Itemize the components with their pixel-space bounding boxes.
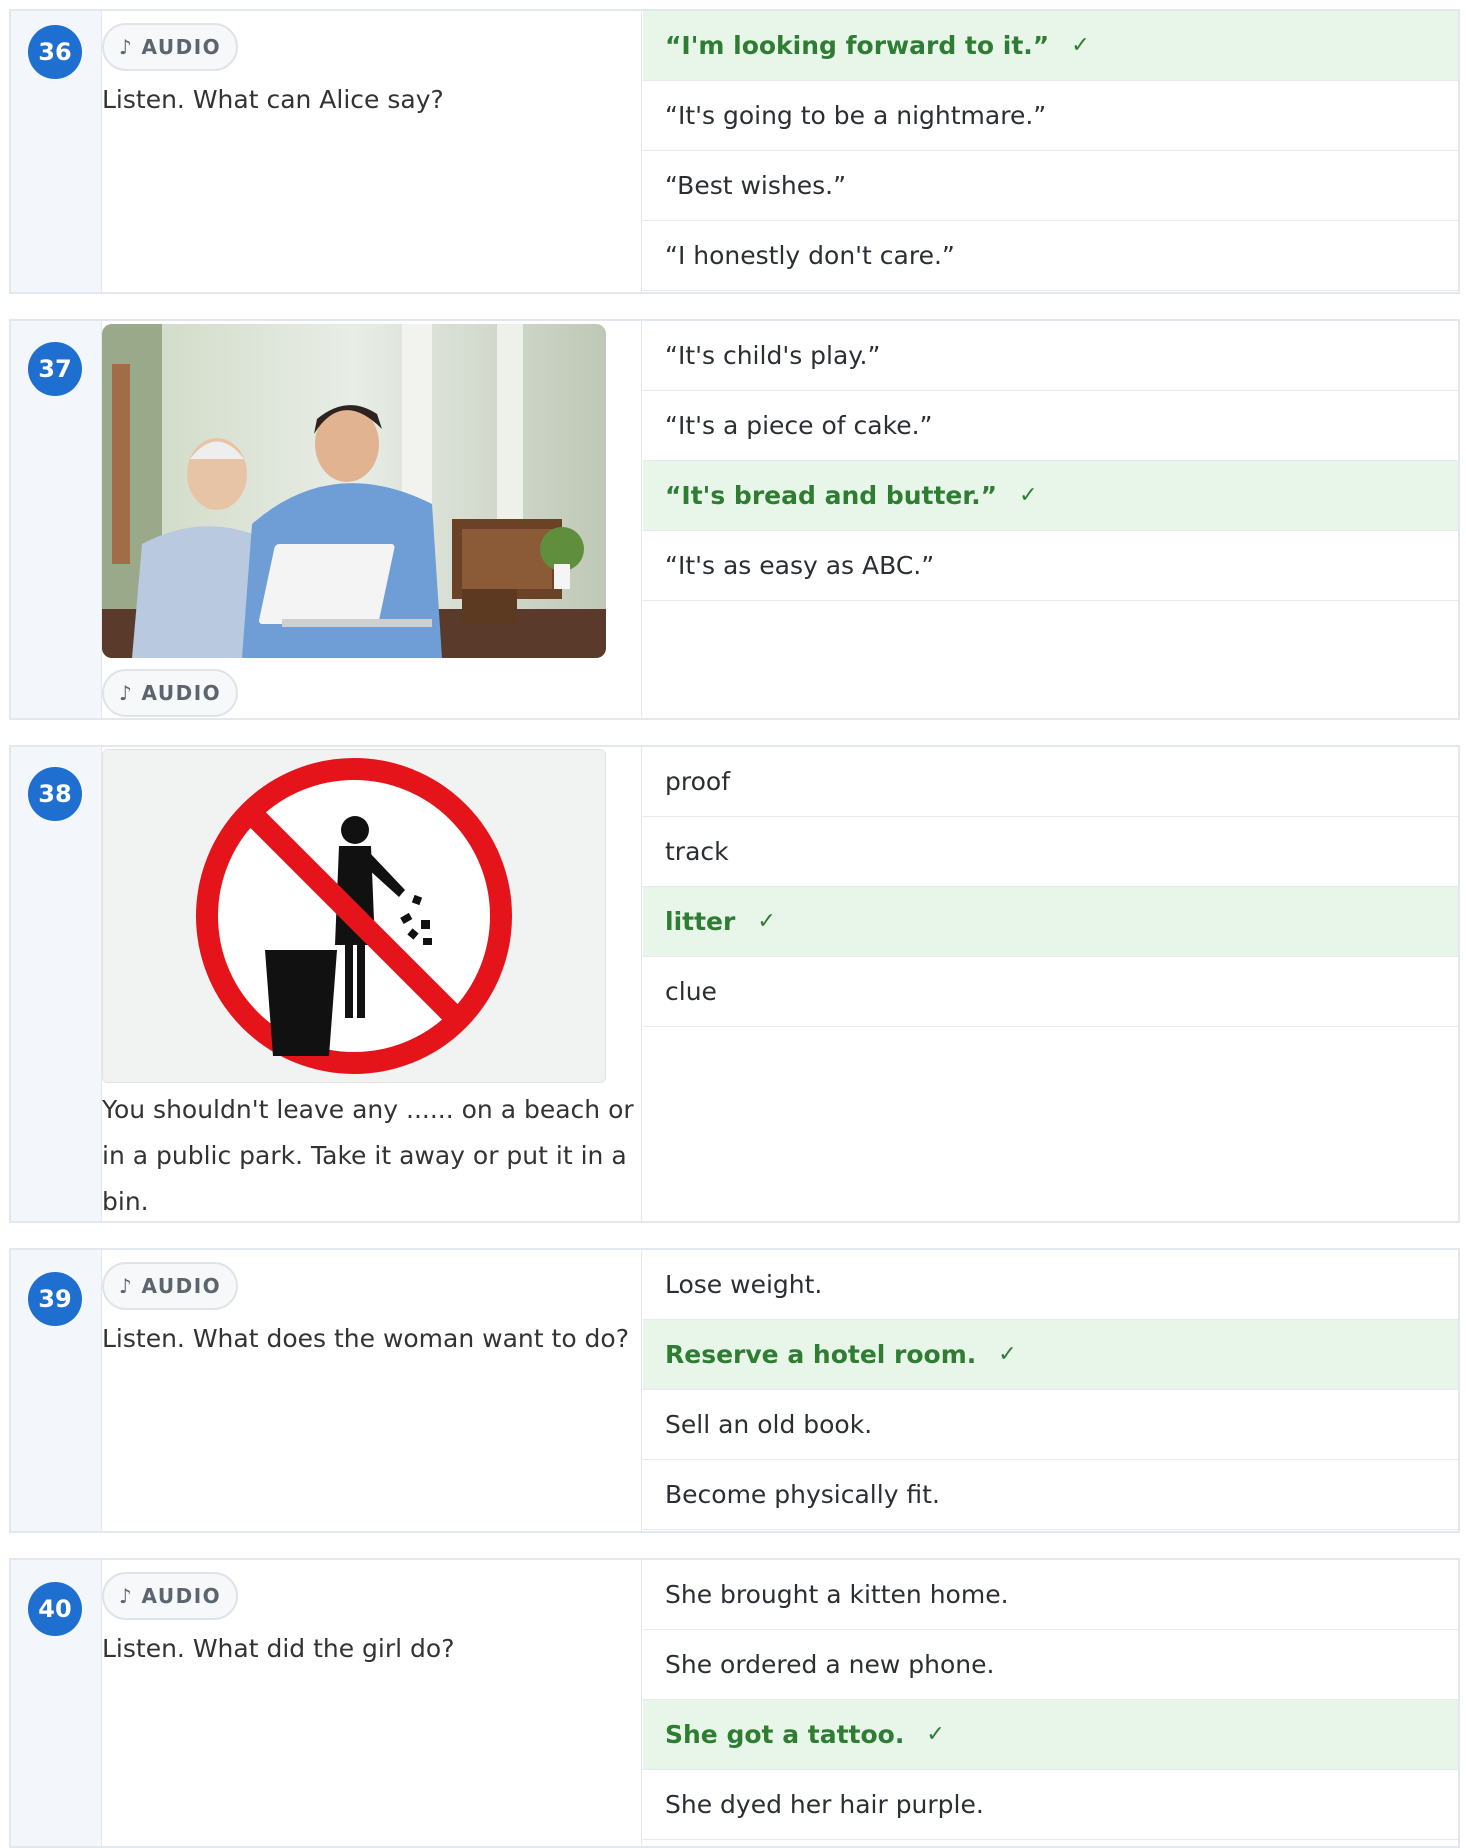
answer-option-correct[interactable]: “It's bread and butter.” ✓: [643, 461, 1458, 531]
question-body: ♪ AUDIO Listen. What did the girl do?: [102, 1560, 642, 1846]
question-number-badge: 38: [28, 767, 82, 821]
check-icon: ✓: [926, 1722, 945, 1747]
answer-option[interactable]: track: [643, 817, 1458, 887]
question-body: ♪ AUDIO Listen. What does the woman want…: [102, 1250, 642, 1531]
audio-button[interactable]: ♪ AUDIO: [102, 1262, 238, 1310]
question-card: 37 ♪ AUDIO “It's child's play.” “It's a …: [9, 319, 1460, 720]
answer-option[interactable]: “It's going to be a nightmare.”: [643, 81, 1458, 151]
check-icon: ✓: [1071, 33, 1090, 58]
answer-option[interactable]: Lose weight.: [643, 1250, 1458, 1320]
question-photo: [102, 749, 606, 1083]
audio-button[interactable]: ♪ AUDIO: [102, 669, 238, 717]
question-number-column: 38: [11, 747, 102, 1221]
answer-option[interactable]: Become physically fit.: [643, 1460, 1458, 1530]
check-icon: ✓: [998, 1342, 1017, 1367]
question-card: 36 ♪ AUDIO Listen. What can Alice say? “…: [9, 9, 1460, 294]
question-card: 38 You shouldn't leave any ...... on a b…: [9, 745, 1460, 1223]
option-text: “It's bread and butter.”: [665, 481, 998, 510]
question-prompt: Listen. What can Alice say?: [102, 85, 444, 114]
question-number-column: 39: [11, 1250, 102, 1531]
answer-option[interactable]: Sell an old book.: [643, 1390, 1458, 1460]
option-text: Reserve a hotel room.: [665, 1340, 977, 1369]
answer-option[interactable]: “It's child's play.”: [643, 321, 1458, 391]
question-prompt: Listen. What did the girl do?: [102, 1634, 455, 1663]
question-number-badge: 37: [28, 342, 82, 396]
audio-button[interactable]: ♪ AUDIO: [102, 1572, 238, 1620]
question-number-column: 37: [11, 321, 102, 718]
answer-option-correct[interactable]: Reserve a hotel room. ✓: [643, 1320, 1458, 1390]
question-number-badge: 36: [28, 25, 82, 79]
question-prompt: Listen. What does the woman want to do?: [102, 1324, 629, 1353]
answer-option-correct[interactable]: litter ✓: [643, 887, 1458, 957]
question-number-column: 40: [11, 1560, 102, 1846]
answer-options: “It's child's play.” “It's a piece of ca…: [643, 321, 1458, 601]
question-number-badge: 40: [28, 1582, 82, 1636]
answer-option[interactable]: She dyed her hair purple.: [643, 1770, 1458, 1840]
question-number-column: 36: [11, 11, 102, 292]
answer-option-correct[interactable]: “I'm looking forward to it.” ✓: [643, 11, 1458, 81]
answer-options: proof track litter ✓ clue: [643, 747, 1458, 1027]
answer-option[interactable]: proof: [643, 747, 1458, 817]
option-text: “I'm looking forward to it.”: [665, 31, 1050, 60]
question-photo: [102, 324, 606, 658]
no-littering-sign-icon: [103, 750, 605, 1082]
question-prompt: You shouldn't leave any ...... on a beac…: [102, 1095, 634, 1216]
answer-option[interactable]: clue: [643, 957, 1458, 1027]
question-number-badge: 39: [28, 1272, 82, 1326]
question-body: ♪ AUDIO Listen. What can Alice say?: [102, 11, 642, 292]
answer-option[interactable]: “I honestly don't care.”: [643, 221, 1458, 291]
answer-options: “I'm looking forward to it.” ✓ “It's goin…: [643, 11, 1458, 291]
answer-option[interactable]: “It's a piece of cake.”: [643, 391, 1458, 461]
answer-option[interactable]: “It's as easy as ABC.”: [643, 531, 1458, 601]
answer-option[interactable]: She brought a kitten home.: [643, 1560, 1458, 1630]
photo-image: [102, 324, 606, 658]
question-body: You shouldn't leave any ...... on a beac…: [102, 747, 642, 1221]
check-icon: ✓: [757, 909, 776, 934]
option-text: litter: [665, 907, 736, 936]
check-icon: ✓: [1019, 483, 1038, 508]
answer-options: Lose weight. Reserve a hotel room. ✓ Sell…: [643, 1250, 1458, 1530]
question-body: ♪ AUDIO: [102, 321, 642, 718]
answer-option[interactable]: “Best wishes.”: [643, 151, 1458, 221]
question-card: 39 ♪ AUDIO Listen. What does the woman w…: [9, 1248, 1460, 1533]
answer-option[interactable]: She ordered a new phone.: [643, 1630, 1458, 1700]
question-card: 40 ♪ AUDIO Listen. What did the girl do?…: [9, 1558, 1460, 1848]
answer-options: She brought a kitten home. She ordered a…: [643, 1560, 1458, 1840]
answer-option-correct[interactable]: She got a tattoo. ✓: [643, 1700, 1458, 1770]
audio-button[interactable]: ♪ AUDIO: [102, 23, 238, 71]
option-text: She got a tattoo.: [665, 1720, 905, 1749]
